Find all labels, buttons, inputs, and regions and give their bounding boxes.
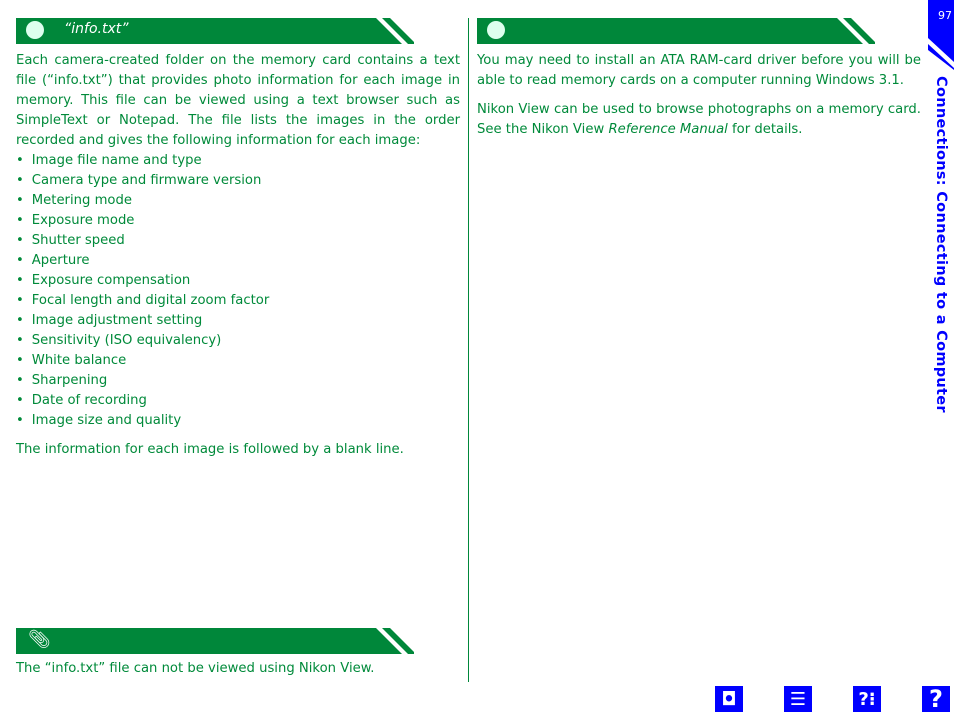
bar-stripe-decoration — [354, 18, 414, 44]
list-item: Exposure mode — [16, 211, 460, 231]
list-item: Date of recording — [16, 391, 460, 411]
contents-icon[interactable]: ☰ — [784, 686, 812, 712]
list-item: Shutter speed — [16, 231, 460, 251]
list-item: Camera type and firmware version — [16, 171, 460, 191]
bar-stripe-decoration — [376, 628, 414, 654]
closing-paragraph: The information for each image is follow… — [16, 442, 404, 457]
nikon-view-paragraph: Nikon View can be used to browse photogr… — [477, 100, 921, 140]
list-item: Image adjustment setting — [16, 311, 460, 331]
chapter-title: Connections: Connecting to a Computer — [933, 76, 949, 413]
note-text: The “info.txt” file can not be viewed us… — [16, 661, 375, 676]
list-item: White balance — [16, 351, 460, 371]
column-divider — [468, 18, 469, 682]
list-item: Focal length and digital zoom factor — [16, 291, 460, 311]
tip-header — [477, 18, 875, 44]
intro-paragraph: Each camera-created folder on the memory… — [16, 53, 460, 148]
tip-bulb-icon — [487, 21, 505, 39]
help-icon[interactable]: ? — [922, 685, 950, 713]
manual-title: Reference Manual — [608, 122, 728, 137]
section-title: “info.txt” — [64, 21, 129, 37]
paperclip-icon: 📎︎ — [28, 629, 51, 650]
page-number: 97 — [938, 9, 952, 22]
list-item: Aperture — [16, 251, 460, 271]
list-item: Image size and quality — [16, 411, 460, 431]
right-column: You may need to install an ATA RAM-card … — [477, 51, 921, 140]
list-item: Sharpening — [16, 371, 460, 391]
info-list: Image file name and typeCamera type and … — [16, 151, 460, 431]
driver-paragraph: You may need to install an ATA RAM-card … — [477, 53, 921, 88]
info-txt-header: “info.txt” — [16, 18, 414, 44]
left-column: Each camera-created folder on the memory… — [16, 51, 460, 460]
list-item: Metering mode — [16, 191, 460, 211]
list-item: Exposure compensation — [16, 271, 460, 291]
text: for details. — [727, 122, 803, 137]
list-item: Image file name and type — [16, 151, 460, 171]
index-help-icon[interactable]: ?⁝ — [853, 686, 881, 712]
tip-bulb-icon — [26, 21, 44, 39]
camera-icon[interactable]: ◘ — [715, 686, 743, 712]
note-header: 📎︎ — [16, 628, 414, 654]
list-item: Sensitivity (ISO equivalency) — [16, 331, 460, 351]
bar-stripe-decoration — [837, 18, 875, 44]
